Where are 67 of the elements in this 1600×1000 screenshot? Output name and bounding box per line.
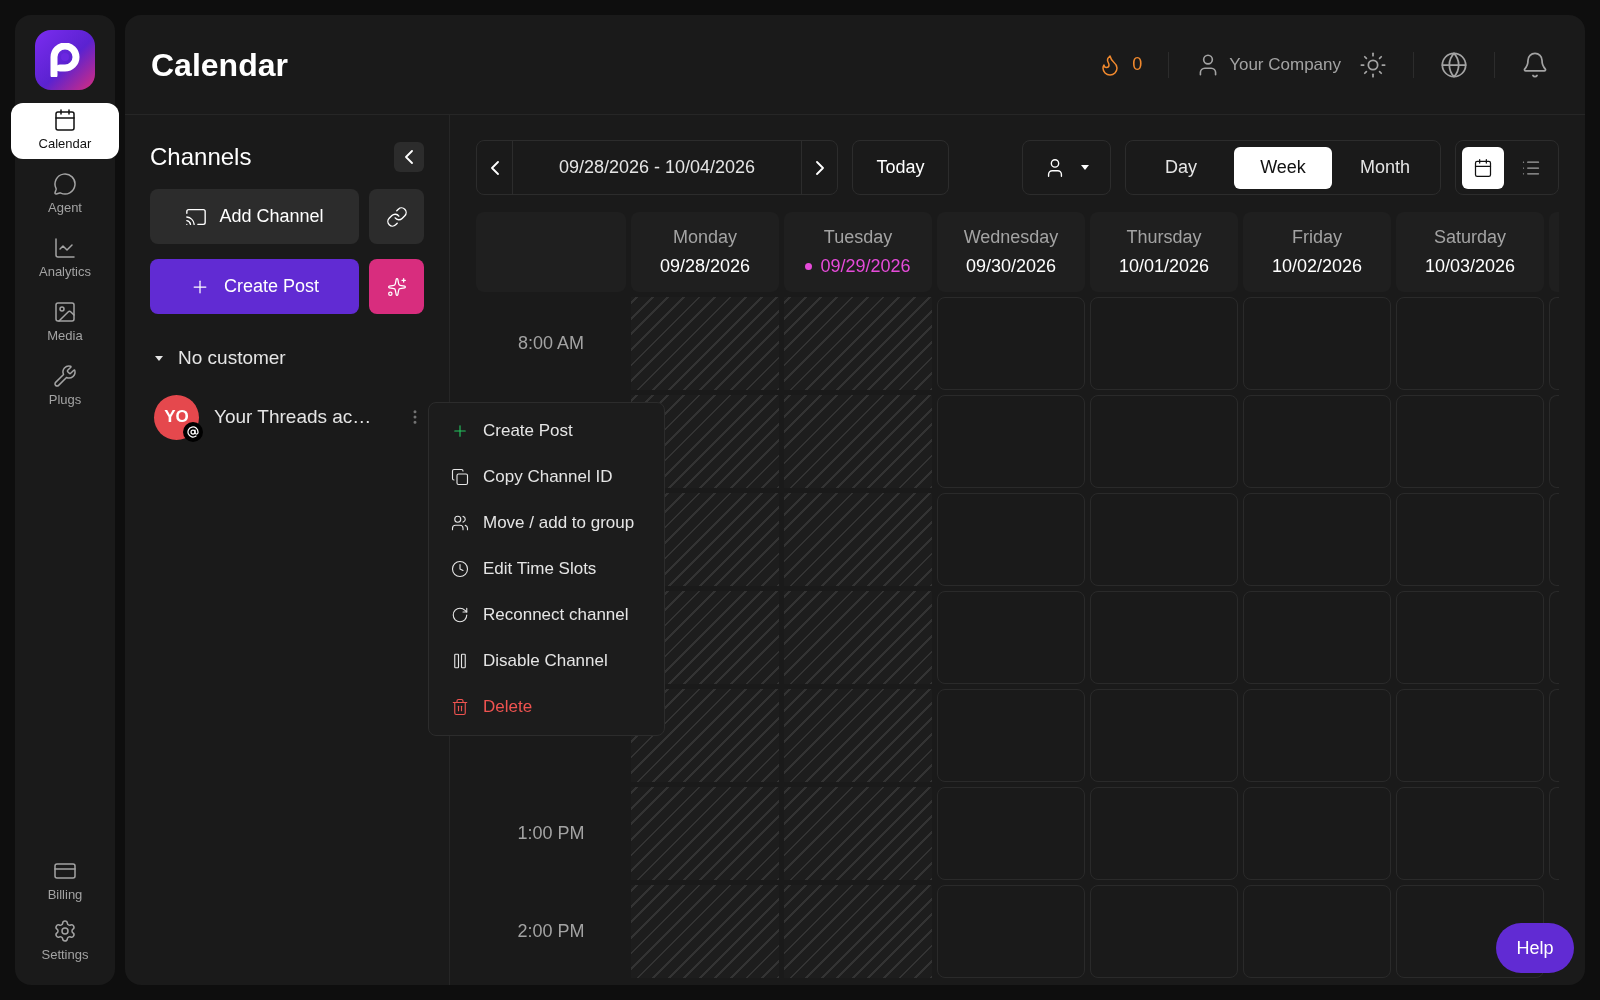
nav-item[interactable]: Media bbox=[11, 295, 119, 351]
wrench-icon bbox=[53, 364, 77, 389]
language-icon[interactable] bbox=[1440, 50, 1468, 79]
chevron-right-icon bbox=[815, 160, 824, 175]
plus-icon bbox=[451, 422, 469, 440]
day-header: Saturday 10/03/2026 bbox=[1396, 212, 1544, 292]
channels-title: Channels bbox=[150, 142, 252, 172]
line-chart-icon bbox=[53, 236, 77, 261]
menu-item[interactable]: Disable Channel bbox=[437, 641, 656, 681]
collapse-button[interactable] bbox=[394, 142, 424, 172]
nav-item[interactable]: Calendar bbox=[11, 103, 119, 159]
copy-icon bbox=[451, 468, 469, 486]
view-tab[interactable]: Week bbox=[1234, 146, 1332, 189]
ai-button[interactable] bbox=[369, 259, 424, 314]
page-title: Calendar bbox=[151, 45, 288, 85]
customer-group-toggle[interactable]: No customer bbox=[154, 344, 424, 373]
menu-item[interactable]: Edit Time Slots bbox=[437, 549, 656, 589]
caret-icon bbox=[1079, 164, 1090, 171]
nav-item[interactable]: Billing bbox=[11, 854, 119, 910]
settings-icon bbox=[53, 919, 77, 944]
time-label: 1:00 PM bbox=[517, 822, 585, 845]
notifications-icon[interactable] bbox=[1521, 50, 1549, 79]
menu-item[interactable]: Create Post bbox=[437, 411, 656, 451]
chevron-left-icon bbox=[405, 150, 413, 164]
menu-item[interactable]: Move / add to group bbox=[437, 503, 656, 543]
calendar-icon bbox=[53, 108, 77, 133]
sparkles-icon bbox=[386, 276, 407, 297]
calendar-view-button[interactable] bbox=[1462, 146, 1504, 189]
day-header: Monday 09/28/2026 bbox=[631, 212, 779, 292]
view-tab[interactable]: Day bbox=[1132, 146, 1230, 189]
theme-toggle-icon[interactable] bbox=[1359, 50, 1387, 79]
channel-name: Your Threads ac… bbox=[214, 404, 372, 429]
create-post-button[interactable]: Create Post bbox=[150, 259, 359, 314]
caret-icon bbox=[154, 354, 164, 362]
time-label: 8:00 AM bbox=[517, 332, 584, 355]
nav-item[interactable]: Analytics bbox=[11, 231, 119, 287]
chat-bubble-icon bbox=[53, 172, 77, 197]
company-selector[interactable]: Your Company bbox=[1195, 51, 1341, 78]
nav-item[interactable]: Settings bbox=[11, 914, 119, 970]
link-button[interactable] bbox=[369, 189, 424, 244]
refresh-icon bbox=[451, 606, 469, 624]
today-button[interactable]: Today bbox=[852, 140, 949, 195]
trash-icon bbox=[451, 698, 469, 716]
day-header: Friday 10/02/2026 bbox=[1243, 212, 1391, 292]
link-icon bbox=[385, 205, 408, 228]
add-channel-button[interactable]: Add Channel bbox=[150, 189, 359, 244]
streak-count: 0 bbox=[1132, 53, 1143, 76]
day-header: Tuesday 09/29/2026 bbox=[784, 212, 932, 292]
clock-icon bbox=[451, 560, 469, 578]
nav-item[interactable]: Agent bbox=[11, 167, 119, 223]
customer-filter[interactable] bbox=[1022, 140, 1111, 195]
view-tab[interactable]: Month bbox=[1336, 146, 1434, 189]
time-label: 2:00 PM bbox=[517, 920, 585, 943]
image-icon bbox=[53, 300, 77, 325]
app-logo[interactable] bbox=[35, 30, 95, 90]
chevron-left-icon bbox=[490, 160, 499, 175]
users-icon bbox=[451, 514, 469, 532]
menu-item[interactable]: Copy Channel ID bbox=[437, 457, 656, 497]
menu-item[interactable]: Reconnect channel bbox=[437, 595, 656, 635]
menu-item[interactable]: Delete bbox=[437, 687, 656, 727]
pause-icon bbox=[451, 652, 469, 670]
calendar-icon bbox=[1473, 157, 1493, 178]
date-range: 09/28/2026 - 10/04/2026 bbox=[557, 156, 757, 179]
nav-item[interactable]: Plugs bbox=[11, 359, 119, 415]
day-header: Wednesday 09/30/2026 bbox=[937, 212, 1085, 292]
threads-badge-icon bbox=[183, 421, 203, 442]
day-header: Thursday 10/01/2026 bbox=[1090, 212, 1238, 292]
